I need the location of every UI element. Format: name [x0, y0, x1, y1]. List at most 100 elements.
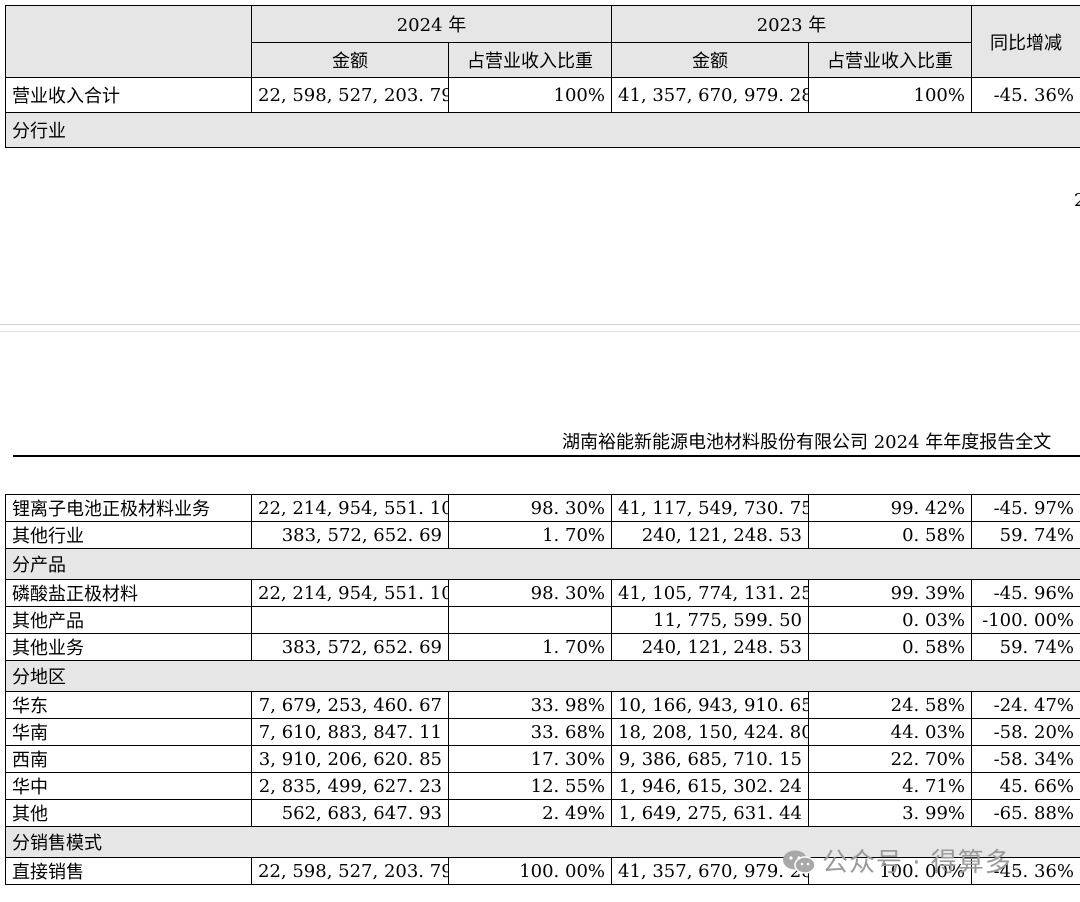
amount-2024: 2, 835, 499, 627. 23: [251, 772, 449, 800]
yoy-change: -58. 20%: [971, 718, 1080, 746]
amount-2024: 3, 910, 206, 620. 85: [251, 745, 449, 773]
header-ratio-2023: 占营业收入比重: [808, 42, 972, 78]
yoy-change: -45. 96%: [971, 579, 1080, 607]
ratio-2023: 0. 58%: [808, 633, 972, 661]
section-row-industry: 分行业: [5, 112, 1080, 148]
section-label-product: 分产品: [5, 548, 1080, 580]
ratio-2024: 17. 30%: [448, 745, 612, 773]
yoy-change: -58. 34%: [971, 745, 1080, 773]
table-row: 锂离子电池正极材料业务 22, 214, 954, 551. 10 98. 30% 4…: [5, 494, 1080, 522]
row-label: 华南: [5, 718, 252, 746]
ratio-2023: 0. 58%: [808, 521, 972, 549]
row-label: 营业收入合计: [5, 77, 252, 113]
ratio-2023: 3. 99%: [808, 799, 972, 827]
header-year-2024: 2024 年: [251, 5, 612, 43]
ratio-2024: 98. 30%: [448, 494, 612, 522]
section-label-region: 分地区: [5, 660, 1080, 692]
ratio-2023: 22. 70%: [808, 745, 972, 773]
ratio-2024: 98. 30%: [448, 579, 612, 607]
watermark-text: 公众号 · 得算多: [822, 848, 1012, 878]
amount-2023: 1, 946, 615, 302. 24: [611, 772, 809, 800]
row-label: 华东: [5, 691, 252, 719]
header-ratio-2024: 占营业收入比重: [448, 42, 612, 78]
amount-2024: 22, 214, 954, 551. 10: [251, 579, 449, 607]
ratio-2024: 2. 49%: [448, 799, 612, 827]
ratio-2024: 100. 00%: [448, 857, 612, 885]
amount-2024: 7, 610, 883, 847. 11: [251, 718, 449, 746]
ratio-2023: 99. 42%: [808, 494, 972, 522]
table-row: 华中 2, 835, 499, 627. 23 12. 55% 1, 946, 615…: [5, 772, 1080, 800]
table-row: 其他行业 383, 572, 652. 69 1. 70% 240, 121, 248…: [5, 521, 1080, 549]
amount-2023: 240, 121, 248. 53: [611, 521, 809, 549]
section-row-product: 分产品: [5, 548, 1080, 580]
wechat-icon: [782, 849, 816, 875]
table-row: 华东 7, 679, 253, 460. 67 33. 98% 10, 166, 94…: [5, 691, 1080, 719]
revenue-table-continued: 锂离子电池正极材料业务 22, 214, 954, 551. 10 98. 30% 4…: [5, 494, 1080, 885]
ratio-2024: 12. 55%: [448, 772, 612, 800]
table-row-total: 营业收入合计 22, 598, 527, 203. 79 100% 41, 35…: [5, 77, 1080, 113]
yoy-change: 59. 74%: [971, 633, 1080, 661]
amount-2023: 9, 386, 685, 710. 15: [611, 745, 809, 773]
row-label: 其他行业: [5, 521, 252, 549]
amount-2024: 22, 214, 954, 551. 10: [251, 494, 449, 522]
ratio-2024: [448, 606, 612, 634]
yoy-change: -45. 97%: [971, 494, 1080, 522]
table-row: 其他产品 11, 775, 599. 50 0. 03% -100. 00%: [5, 606, 1080, 634]
section-row-region: 分地区: [5, 660, 1080, 692]
row-label: 其他: [5, 799, 252, 827]
ratio-2024: 100%: [448, 77, 612, 113]
amount-2024: 22, 598, 527, 203. 79: [251, 77, 449, 113]
page-number-fragment: 2: [1074, 190, 1080, 211]
header-rule: [13, 455, 1080, 457]
ratio-2024: 33. 98%: [448, 691, 612, 719]
header-amount-2023: 金额: [611, 42, 809, 78]
document-header-title: 湖南裕能新能源电池材料股份有限公司 2024 年年度报告全文: [562, 432, 1052, 453]
amount-2024: 7, 679, 253, 460. 67: [251, 691, 449, 719]
amount-2023: 41, 357, 670, 979. 28: [611, 77, 809, 113]
amount-2023: 41, 117, 549, 730. 75: [611, 494, 809, 522]
table-row: 其他业务 383, 572, 652. 69 1. 70% 240, 121, 248…: [5, 633, 1080, 661]
table-row: 其他 562, 683, 647. 93 2. 49% 1, 649, 275, 63…: [5, 799, 1080, 827]
ratio-2024: 1. 70%: [448, 521, 612, 549]
yoy-change: -24. 47%: [971, 691, 1080, 719]
ratio-2023: 0. 03%: [808, 606, 972, 634]
amount-2023: 11, 775, 599. 50: [611, 606, 809, 634]
ratio-2023: 4. 71%: [808, 772, 972, 800]
ratio-2024: 33. 68%: [448, 718, 612, 746]
watermark: 公众号 · 得算多: [782, 842, 1012, 879]
yoy-change: -100. 00%: [971, 606, 1080, 634]
header-amount-2024: 金额: [251, 42, 449, 78]
amount-2023: 41, 105, 774, 131. 25: [611, 579, 809, 607]
yoy-change: 59. 74%: [971, 521, 1080, 549]
amount-2024: 383, 572, 652. 69: [251, 521, 449, 549]
table-row: 西南 3, 910, 206, 620. 85 17. 30% 9, 386, 685…: [5, 745, 1080, 773]
ratio-2023: 44. 03%: [808, 718, 972, 746]
ratio-2023: 100%: [808, 77, 972, 113]
header-yoy-change: 同比增减: [971, 5, 1080, 78]
revenue-table-top: 2024 年 2023 年 同比增减 金额 占营业收入比重 金额 占营业收入比重…: [5, 5, 1080, 148]
amount-2023: 41, 357, 670, 979. 28: [611, 857, 809, 885]
section-label-industry: 分行业: [5, 112, 1080, 148]
row-label: 其他业务: [5, 633, 252, 661]
yoy-change: -65. 88%: [971, 799, 1080, 827]
page-break-line: [0, 324, 1080, 325]
row-label: 锂离子电池正极材料业务: [5, 494, 252, 522]
amount-2023: 10, 166, 943, 910. 65: [611, 691, 809, 719]
table-row: 磷酸盐正极材料 22, 214, 954, 551. 10 98. 30% 41, 1…: [5, 579, 1080, 607]
header-year-2023: 2023 年: [611, 5, 972, 43]
yoy-change: 45. 66%: [971, 772, 1080, 800]
amount-2023: 1, 649, 275, 631. 44: [611, 799, 809, 827]
yoy-change: -45. 36%: [971, 77, 1080, 113]
row-label: 其他产品: [5, 606, 252, 634]
ratio-2023: 24. 58%: [808, 691, 972, 719]
ratio-2023: 99. 39%: [808, 579, 972, 607]
amount-2024: [251, 606, 449, 634]
amount-2024: 562, 683, 647. 93: [251, 799, 449, 827]
header-blank-cell: [5, 5, 252, 78]
amount-2024: 383, 572, 652. 69: [251, 633, 449, 661]
amount-2023: 240, 121, 248. 53: [611, 633, 809, 661]
row-label: 磷酸盐正极材料: [5, 579, 252, 607]
ratio-2024: 1. 70%: [448, 633, 612, 661]
table-row: 华南 7, 610, 883, 847. 11 33. 68% 18, 208, 15…: [5, 718, 1080, 746]
page-break-line-2: [0, 331, 1080, 332]
